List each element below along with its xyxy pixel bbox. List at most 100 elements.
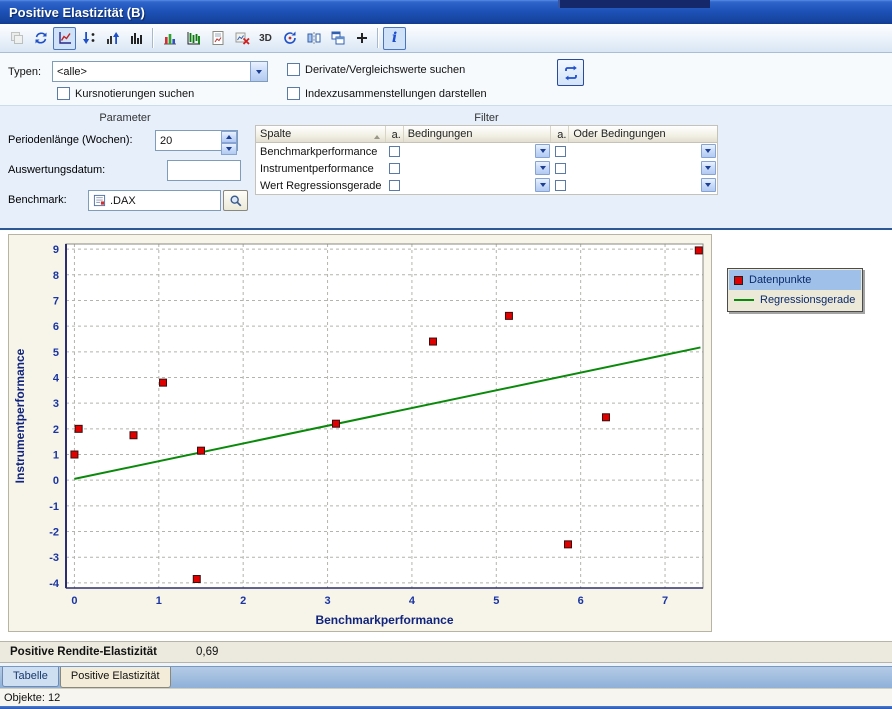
candlestick-chart-button[interactable] [182, 27, 205, 50]
typen-combobox[interactable]: <alle> [52, 61, 268, 82]
tab-tabelle[interactable]: Tabelle [2, 667, 59, 687]
benchmark-search-button[interactable] [223, 190, 248, 211]
delete-chart-icon [234, 30, 250, 46]
cascade-windows-button[interactable] [326, 27, 349, 50]
typen-value: <alle> [53, 66, 250, 78]
column-header-a1[interactable]: a. [386, 126, 404, 142]
or-condition-active-checkbox[interactable] [555, 180, 566, 191]
add-button[interactable] [350, 27, 373, 50]
copy-view-icon [9, 30, 25, 46]
toolbar: 3D i [0, 24, 892, 53]
sort-descending-icon [81, 30, 97, 46]
kursnotierungen-checkbox-row: Kursnotierungen suchen [57, 87, 194, 100]
filter-row-label: Benchmarkperformance [256, 146, 386, 158]
periodenlaenge-value: 20 [160, 135, 172, 147]
sort-descending-button[interactable] [77, 27, 100, 50]
chevron-down-icon[interactable] [701, 144, 716, 158]
filter-row-label: Wert Regressionsgerade [256, 180, 386, 192]
filter-row-label: Instrumentperformance [256, 163, 386, 175]
svg-text:4: 4 [53, 372, 60, 384]
svg-text:Benchmarkperformance: Benchmarkperformance [315, 613, 453, 627]
condition-active-checkbox[interactable] [389, 146, 400, 157]
condition-combo[interactable] [404, 143, 552, 160]
report-chart-icon [210, 30, 226, 46]
svg-text:6: 6 [53, 321, 59, 333]
kursnotierungen-checkbox[interactable] [57, 87, 70, 100]
chevron-down-icon[interactable] [535, 178, 550, 192]
status-bar: Objekte: 12 [0, 688, 892, 706]
kursnotierungen-checkbox-label: Kursnotierungen suchen [75, 88, 194, 100]
cascade-windows-icon [330, 30, 346, 46]
legend-item-datenpunkte[interactable]: Datenpunkte [729, 270, 861, 290]
parameter-filter-panel: Parameter Filter Periodenlänge (Wochen):… [0, 105, 892, 228]
or-condition-active-checkbox[interactable] [555, 163, 566, 174]
svg-text:1: 1 [156, 595, 162, 607]
flip-button[interactable] [302, 27, 325, 50]
condition-active-checkbox[interactable] [389, 163, 400, 174]
or-condition-combo[interactable] [569, 160, 717, 177]
column-header-spalte[interactable]: Spalte [256, 126, 386, 142]
chevron-down-icon[interactable] [535, 161, 550, 175]
toolbar-separator [152, 28, 154, 48]
sync-arrows-icon [562, 64, 580, 82]
or-condition-active-checkbox[interactable] [555, 146, 566, 157]
condition-combo[interactable] [404, 177, 552, 194]
search-form: Typen: <alle> Derivate/Vergleichswerte s… [0, 53, 892, 105]
rotate-button[interactable] [278, 27, 301, 50]
refresh-button[interactable] [29, 27, 52, 50]
svg-text:3: 3 [324, 595, 330, 607]
candlestick-chart-icon [186, 30, 202, 46]
copy-view-button[interactable] [5, 27, 28, 50]
periodenlaenge-spinner[interactable]: 20 [155, 130, 238, 151]
or-condition-combo[interactable] [569, 143, 717, 160]
chevron-down-icon[interactable] [701, 178, 716, 192]
report-chart-button[interactable] [206, 27, 229, 50]
column-header-oder-bedingungen[interactable]: Oder Bedingungen [569, 126, 717, 142]
benchmark-field[interactable]: .DAX [88, 190, 221, 211]
chart-view-icon [57, 30, 73, 46]
chevron-down-icon[interactable] [535, 144, 550, 158]
status-text: Objekte: 12 [4, 692, 60, 704]
auswertungsdatum-field[interactable] [167, 160, 241, 181]
filter-row-benchmarkperformance: Benchmarkperformance [256, 143, 717, 160]
spin-up-icon[interactable] [221, 131, 237, 143]
svg-text:5: 5 [53, 347, 59, 359]
search-refresh-button[interactable] [557, 59, 584, 86]
result-value: 0,69 [196, 646, 218, 658]
chart-region: 01234567-4-3-2-10123456789Benchmarkperfo… [0, 230, 892, 641]
index-checkbox-label: Indexzusammenstellungen darstellen [305, 88, 487, 100]
benchmark-value: .DAX [110, 195, 136, 207]
svg-text:0: 0 [53, 475, 59, 487]
column-header-bedingungen[interactable]: Bedingungen [404, 126, 552, 142]
svg-text:-4: -4 [49, 578, 60, 590]
index-checkbox[interactable] [287, 87, 300, 100]
or-condition-combo[interactable] [569, 177, 717, 194]
svg-text:2: 2 [240, 595, 246, 607]
tab-positive-elastizitaet[interactable]: Positive Elastizität [60, 667, 171, 688]
column-header-a2[interactable]: a. [551, 126, 569, 142]
chevron-down-icon[interactable] [701, 161, 716, 175]
auswertungsdatum-label: Auswertungsdatum: [8, 164, 105, 176]
derivate-checkbox-label: Derivate/Vergleichswerte suchen [305, 64, 465, 76]
scatter-chart: 01234567-4-3-2-10123456789Benchmarkperfo… [8, 234, 712, 632]
volume-bars-button[interactable] [125, 27, 148, 50]
svg-text:3: 3 [53, 398, 59, 410]
flip-icon [306, 30, 322, 46]
chart-view-button[interactable] [53, 27, 76, 50]
title-bar: Positive Elastizität (B) [0, 0, 892, 24]
bar-chart-button[interactable] [158, 27, 181, 50]
filter-group-title: Filter [255, 112, 718, 124]
delete-chart-button[interactable] [230, 27, 253, 50]
periodenlaenge-label: Periodenlänge (Wochen): [8, 134, 133, 146]
spin-down-icon[interactable] [221, 143, 237, 155]
sort-ascending-button[interactable] [101, 27, 124, 50]
condition-active-checkbox[interactable] [389, 180, 400, 191]
legend-label: Regressionsgerade [760, 294, 855, 306]
three-d-button[interactable]: 3D [254, 27, 277, 50]
derivate-checkbox[interactable] [287, 63, 300, 76]
legend-item-regressionsgerade[interactable]: Regressionsgerade [729, 290, 861, 310]
info-button[interactable]: i [383, 27, 406, 50]
chevron-down-icon[interactable] [250, 62, 267, 81]
toolbar-separator [377, 28, 379, 48]
condition-combo[interactable] [404, 160, 552, 177]
